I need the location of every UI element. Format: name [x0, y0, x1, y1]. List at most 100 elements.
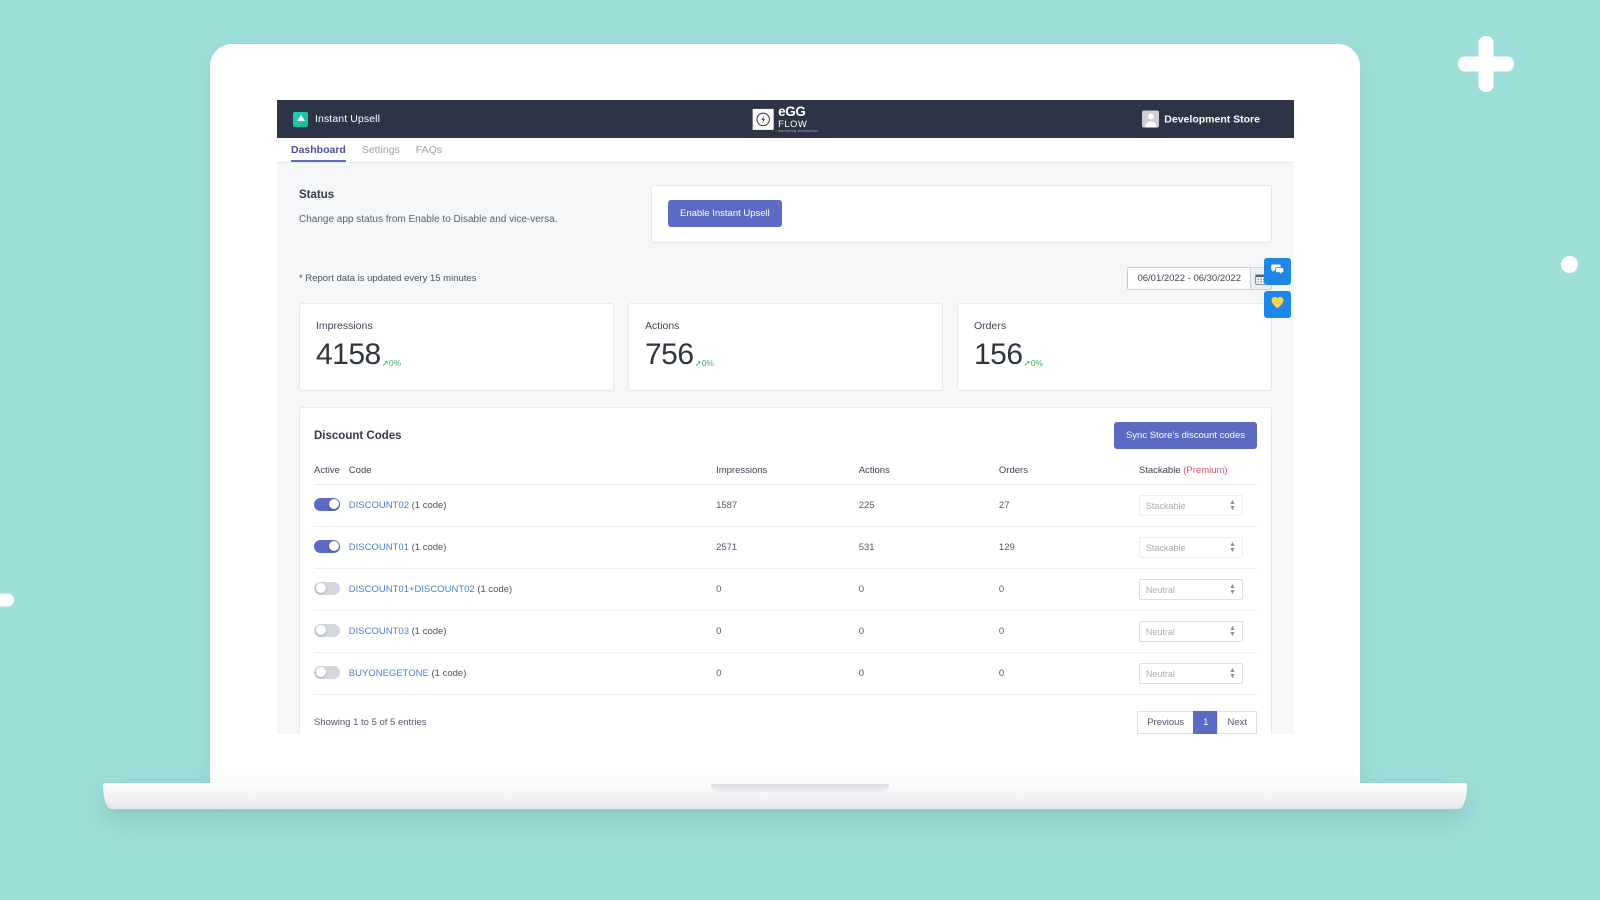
stackable-select[interactable]: Neutral ▲ ▼: [1138, 579, 1243, 600]
cell-impressions: 2571: [716, 526, 859, 569]
discount-code-link[interactable]: BUYONEGETONE: [349, 668, 429, 679]
eggflow-mark-icon: [752, 108, 774, 130]
app-name: Instant Upsell: [315, 113, 381, 125]
active-toggle[interactable]: [314, 623, 340, 637]
sync-discount-codes-button[interactable]: Sync Store's discount codes: [1113, 422, 1257, 449]
entries-info: Showing 1 to 5 of 5 entries: [314, 717, 427, 728]
premium-badge: (Premium): [1183, 465, 1228, 476]
cell-orders: 129: [998, 526, 1139, 569]
store-name: Development Store: [1164, 113, 1260, 125]
app-screen: Instant Upsell eGG FLOW marketing automa…: [277, 100, 1294, 734]
status-section: Status Change app status from Enable to …: [299, 185, 1272, 243]
discount-codes-title: Discount Codes: [314, 429, 402, 442]
app-brand: Instant Upsell: [293, 111, 381, 127]
stackable-select-value: Stackable: [1145, 542, 1186, 553]
stackable-select[interactable]: Stackable ▲ ▼: [1138, 537, 1243, 558]
toggle-knob: [315, 667, 326, 677]
column-code: Code: [348, 465, 717, 485]
table-row: DISCOUNT01+DISCOUNT02 (1 code) 0 0 0 Neutral…: [314, 568, 1257, 611]
date-range-picker[interactable]: 06/01/2022 - 06/30/2022: [1127, 267, 1272, 290]
heart-icon: [1270, 295, 1285, 314]
discount-code-link[interactable]: DISCOUNT03: [349, 626, 409, 637]
cell-active: [314, 526, 349, 569]
column-orders: Orders: [998, 465, 1139, 485]
stackable-select[interactable]: Stackable ▲ ▼: [1138, 495, 1243, 516]
discount-code-link[interactable]: DISCOUNT01+DISCOUNT02: [349, 584, 475, 595]
toggle-knob: [328, 541, 339, 551]
chevron-updown-icon: ▲ ▼: [1228, 667, 1236, 680]
active-toggle[interactable]: [314, 581, 340, 595]
cell-impressions: 1587: [716, 484, 859, 527]
status-title: Status: [299, 189, 335, 201]
cell-impressions: 0: [716, 652, 859, 695]
column-stackable-label: Stackable: [1138, 465, 1181, 476]
instant-upsell-logo-icon: [293, 111, 308, 127]
column-active: Active: [314, 465, 349, 485]
discount-codes-header: Discount Codes Sync Store's discount cod…: [314, 422, 1257, 449]
chat-widget-button[interactable]: [1264, 258, 1291, 285]
chevron-updown-icon: ▲ ▼: [1228, 625, 1236, 638]
discount-code-link[interactable]: DISCOUNT01: [349, 542, 409, 553]
cell-code: BUYONEGETONE (1 code): [348, 652, 717, 695]
cell-actions: 0: [858, 652, 999, 695]
main-nav: Dashboard Settings FAQs: [277, 138, 1294, 163]
metric-value: 756: [645, 338, 694, 371]
pagination-previous[interactable]: Previous: [1137, 711, 1195, 734]
tab-faqs[interactable]: FAQs: [416, 144, 442, 162]
discount-code-count: (1 code): [477, 584, 513, 595]
table-header: Active Code Impressions Actions Orders S…: [314, 465, 1257, 485]
table-row: BUYONEGETONE (1 code) 0 0 0 Neutral ▲ ▼: [314, 652, 1257, 695]
active-toggle[interactable]: [314, 665, 340, 679]
active-toggle[interactable]: [314, 539, 340, 553]
chevron-updown-icon: ▲ ▼: [1228, 499, 1236, 512]
cell-active: [314, 484, 349, 527]
chevron-updown-icon: ▲ ▼: [1228, 583, 1236, 596]
chat-icon: [1270, 262, 1285, 282]
pagination: Previous 1 Next: [1137, 711, 1257, 734]
date-range-value[interactable]: 06/01/2022 - 06/30/2022: [1128, 268, 1250, 289]
tab-dashboard[interactable]: Dashboard: [291, 144, 346, 162]
stackable-select[interactable]: Neutral ▲ ▼: [1138, 621, 1243, 642]
discount-code-count: (1 code): [411, 542, 447, 553]
cell-stackable: Neutral ▲ ▼: [1138, 610, 1257, 653]
column-stackable: Stackable (Premium): [1138, 465, 1257, 485]
favorite-widget-button[interactable]: [1264, 291, 1291, 318]
chevron-updown-icon: ▲ ▼: [1228, 541, 1236, 554]
metric-delta: ➚0%: [694, 358, 714, 368]
tab-settings[interactable]: Settings: [362, 144, 400, 162]
cell-code: DISCOUNT03 (1 code): [348, 610, 717, 653]
discount-codes-card: Discount Codes Sync Store's discount cod…: [299, 407, 1272, 734]
cell-actions: 225: [858, 484, 999, 527]
cell-impressions: 0: [716, 610, 859, 653]
report-note: * Report data is updated every 15 minute…: [299, 273, 477, 284]
column-actions: Actions: [858, 465, 999, 485]
cell-code: DISCOUNT01 (1 code): [348, 526, 717, 569]
cell-actions: 0: [858, 610, 999, 653]
metric-label: Impressions: [316, 320, 373, 332]
status-card: Enable Instant Upsell: [651, 185, 1272, 243]
laptop-mockup: Instant Upsell eGG FLOW marketing automa…: [0, 0, 1600, 900]
stackable-select[interactable]: Neutral ▲ ▼: [1138, 663, 1243, 684]
table-row: DISCOUNT02 (1 code) 1587 225 27 Stackable ▲ ▼: [314, 484, 1257, 527]
metric-card-impressions: Impressions 4158 ➚0%: [299, 303, 614, 391]
discount-code-count: (1 code): [431, 668, 467, 679]
cell-code: DISCOUNT01+DISCOUNT02 (1 code): [348, 568, 717, 611]
pagination-next[interactable]: Next: [1217, 711, 1257, 734]
stackable-select-value: Neutral: [1145, 584, 1175, 595]
table-body: DISCOUNT02 (1 code) 1587 225 27 Stackable ▲ ▼ D…: [314, 484, 1257, 695]
cell-stackable: Stackable ▲ ▼: [1138, 484, 1257, 527]
cell-orders: 27: [998, 484, 1139, 527]
stackable-select-value: Stackable: [1145, 500, 1186, 511]
enable-instant-upsell-button[interactable]: Enable Instant Upsell: [668, 200, 782, 227]
table-footer: Showing 1 to 5 of 5 entries Previous 1 N…: [314, 711, 1257, 734]
active-toggle[interactable]: [314, 497, 340, 511]
discount-code-link[interactable]: DISCOUNT02: [349, 500, 409, 511]
store-account[interactable]: Development Store: [1142, 110, 1260, 128]
cell-active: [314, 568, 349, 611]
pagination-page-1[interactable]: 1: [1193, 711, 1219, 734]
table-row: DISCOUNT03 (1 code) 0 0 0 Neutral ▲ ▼: [314, 610, 1257, 653]
eggflow-line2: FLOW: [778, 118, 808, 130]
toggle-knob: [315, 625, 326, 635]
metric-value: 156: [974, 338, 1023, 371]
eggflow-logo: eGG FLOW marketing automation: [752, 105, 819, 133]
